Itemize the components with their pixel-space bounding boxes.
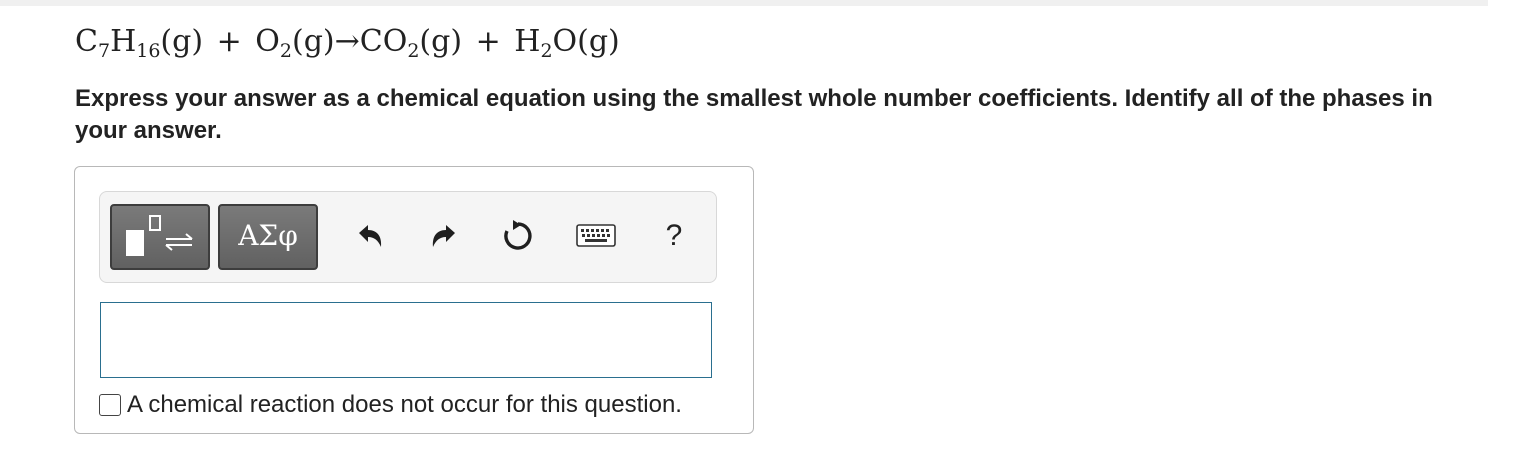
no-reaction-option[interactable]: A chemical reaction does not occur for t…: [99, 391, 682, 419]
keyboard-icon: [576, 224, 616, 247]
redo-button[interactable]: [424, 212, 464, 260]
plus-sign: +: [216, 24, 242, 59]
reactant-c7h16: C7H16(g): [75, 24, 204, 62]
plus-sign: +: [475, 24, 501, 59]
product-co2: CO2(g): [359, 24, 463, 62]
instructions-text: Express your answer as a chemical equati…: [75, 85, 1433, 144]
undo-icon: [359, 225, 382, 247]
undo-button[interactable]: [350, 212, 390, 260]
reset-icon: [504, 220, 532, 250]
symbols-button[interactable]: ΑΣφ: [218, 204, 318, 270]
reactant-o2: O2(g): [255, 24, 335, 62]
reaction-arrow: →: [334, 24, 360, 59]
no-reaction-label: A chemical reaction does not occur for t…: [127, 391, 682, 418]
product-h2o: H2O(g): [514, 24, 620, 62]
templates-button[interactable]: [110, 204, 210, 270]
reset-button[interactable]: [498, 212, 538, 260]
answer-panel: ΑΣφ ? A chemical reaction does not occur…: [74, 166, 754, 434]
editor-toolbar: ΑΣφ ?: [99, 191, 717, 283]
no-reaction-checkbox[interactable]: [99, 394, 121, 416]
templates-reaction-icon: [126, 215, 193, 256]
answer-input[interactable]: [100, 302, 712, 378]
right-margin: [1488, 0, 1524, 454]
help-button[interactable]: ?: [654, 212, 694, 260]
chemical-equation: C7H16(g) + O2(g)→CO2(g) + H2O(g): [75, 24, 620, 62]
top-divider: [0, 0, 1488, 6]
redo-icon: [432, 225, 455, 247]
keyboard-button[interactable]: [576, 212, 616, 260]
